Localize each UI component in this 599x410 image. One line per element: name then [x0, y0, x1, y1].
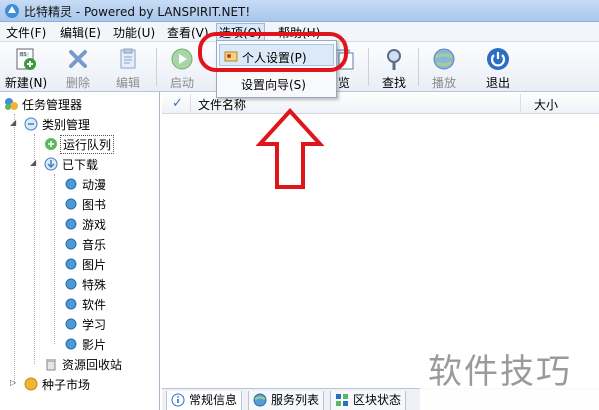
category-dot-icon: [65, 318, 77, 330]
edit-button[interactable]: 编辑: [106, 44, 150, 90]
play-icon: [171, 48, 193, 70]
annotation-up-arrow-icon: [256, 108, 324, 189]
title-bar: 比特精灵 - Powered by LANSPIRIT.NET!: [0, 0, 599, 22]
category-dot-icon: [65, 178, 77, 190]
window-title: 比特精灵 - Powered by LANSPIRIT.NET!: [24, 5, 251, 19]
category-dot-icon: [65, 198, 77, 210]
collapse-icon[interactable]: ◢: [30, 158, 36, 167]
tree-guide-line: [34, 134, 35, 364]
delete-button[interactable]: 删除: [56, 44, 100, 90]
new-icon: BS: [16, 48, 36, 70]
toolbar-separator: [156, 48, 157, 86]
downloaded-icon: [44, 157, 58, 171]
collapse-icon[interactable]: ◢: [10, 118, 16, 127]
column-size[interactable]: 大小: [534, 96, 558, 113]
search-icon: [387, 49, 401, 70]
category-icon: [24, 117, 38, 131]
category-dot-icon: [65, 278, 77, 290]
play-media-button[interactable]: 播放: [422, 44, 466, 90]
tree-guide-line: [54, 174, 55, 344]
select-all-check-icon[interactable]: ✓: [172, 96, 183, 111]
expand-icon[interactable]: ▷: [10, 378, 16, 387]
category-dot-icon: [65, 298, 77, 310]
running-queue-icon: [45, 138, 57, 150]
tab-general-info[interactable]: 常规信息: [166, 391, 243, 410]
category-dot-icon: [65, 238, 77, 250]
tab-block-status[interactable]: 区块状态: [330, 391, 407, 410]
task-manager-icon: [5, 98, 18, 110]
blocks-icon: [336, 394, 348, 406]
exit-button[interactable]: 退出: [476, 44, 520, 90]
toolbar-separator: [418, 48, 419, 86]
menu-item-setup-wizard[interactable]: 设置向导(S): [219, 72, 334, 94]
info-icon: [171, 393, 185, 407]
recycle-bin-icon: [46, 359, 56, 371]
globe-icon: [433, 48, 455, 70]
column-divider[interactable]: [190, 94, 191, 112]
annotation-highlight-oval: [198, 32, 348, 72]
category-tree: 任务管理器 ◢ 类别管理 运行队列 ◢ 已下载 动漫 图书 游戏 音乐 图片 特…: [0, 92, 160, 410]
new-button[interactable]: BS 新建(N): [4, 44, 48, 90]
menu-edit[interactable]: 编辑(E): [58, 24, 103, 40]
watermark: 软件技巧: [420, 322, 599, 410]
category-dot-icon: [65, 258, 77, 270]
category-dot-icon: [65, 338, 77, 350]
tab-server-list[interactable]: 服务列表: [248, 391, 325, 410]
app-logo-icon: [5, 4, 19, 18]
server-globe-icon: [253, 393, 267, 407]
menu-file[interactable]: 文件(F): [4, 24, 48, 40]
category-dot-icon: [65, 218, 77, 230]
toolbar-separator: [368, 48, 369, 86]
tree-guide-line: [14, 114, 15, 384]
menu-function[interactable]: 功能(U): [111, 24, 157, 40]
find-button[interactable]: 查找: [372, 44, 416, 90]
delete-icon: [69, 50, 87, 68]
column-divider[interactable]: [520, 94, 521, 112]
edit-icon: [120, 48, 136, 69]
seed-market-icon: [24, 377, 38, 391]
svg-text:BS: BS: [20, 52, 27, 58]
power-icon: [487, 48, 509, 70]
column-filename[interactable]: 文件名称: [198, 96, 246, 113]
